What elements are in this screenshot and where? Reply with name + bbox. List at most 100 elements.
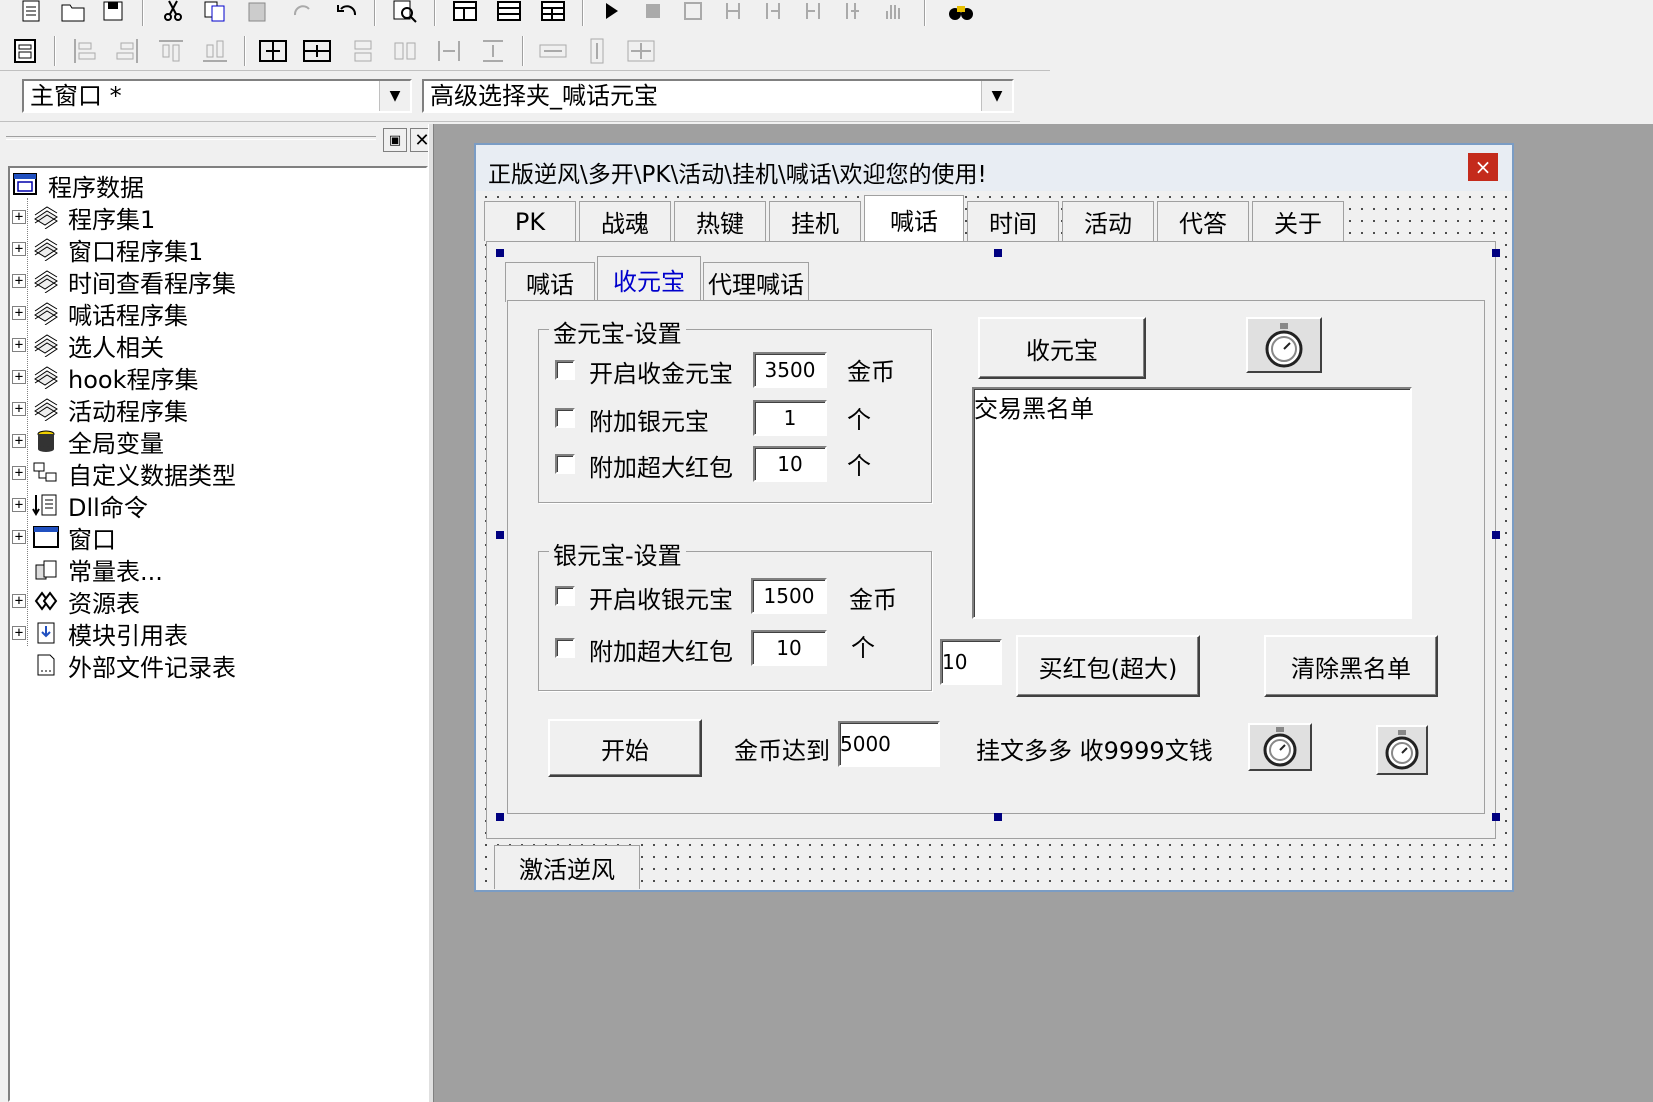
same-width-icon[interactable] xyxy=(346,34,380,68)
project-tree[interactable]: 程序数据 + 程序集1 + 窗口程序集1 + 时间查看程序集 + 喊话程序集 + 选人相关 + hoo… xyxy=(8,166,428,1102)
selection-handle[interactable] xyxy=(994,249,1002,257)
expand-icon[interactable]: + xyxy=(12,530,26,544)
debug4-icon[interactable] xyxy=(796,0,830,28)
tab-main[interactable]: 时间 xyxy=(967,201,1059,241)
timer-icon[interactable] xyxy=(1246,317,1322,373)
tree-item[interactable]: + 程序集1 xyxy=(12,202,155,234)
undo-icon[interactable] xyxy=(330,0,364,28)
selection-handle[interactable] xyxy=(1492,531,1500,539)
component-combo[interactable]: 高级选择夹_喊话元宝 ▼ xyxy=(422,79,1014,113)
cut-icon[interactable] xyxy=(156,0,190,28)
selection-handle[interactable] xyxy=(1492,813,1500,821)
tree-item[interactable]: + 喊话程序集 xyxy=(12,298,188,330)
gold-amount-input[interactable]: 3500 xyxy=(753,352,827,388)
expand-icon[interactable]: + xyxy=(12,210,26,224)
expand-icon[interactable]: + xyxy=(12,466,26,480)
redpack-count-input[interactable]: 10 xyxy=(940,639,1002,685)
size-v-icon[interactable] xyxy=(580,34,614,68)
tree-item[interactable]: +外部文件记录表 xyxy=(12,650,236,682)
space-v-icon[interactable] xyxy=(476,34,510,68)
tree-item[interactable]: + Dll命令 xyxy=(12,490,148,522)
space-h-icon[interactable] xyxy=(432,34,466,68)
tab-main[interactable]: 挂机 xyxy=(769,201,861,241)
stop-icon[interactable] xyxy=(636,0,670,28)
tree-item[interactable]: + 选人相关 xyxy=(12,330,164,362)
tree-item[interactable]: + 模块引用表 xyxy=(12,618,188,650)
selection-handle[interactable] xyxy=(496,813,504,821)
form-icon[interactable] xyxy=(8,34,42,68)
chevron-down-icon[interactable]: ▼ xyxy=(379,81,410,111)
run-icon[interactable] xyxy=(594,0,628,28)
add-redpack-checkbox[interactable] xyxy=(555,454,575,474)
find-icon[interactable] xyxy=(388,0,422,28)
tree-item[interactable]: +常量表... xyxy=(12,554,163,586)
tree-item[interactable]: + 自定义数据类型 xyxy=(12,458,236,490)
chevron-down-icon[interactable]: ▼ xyxy=(981,81,1012,111)
align-top-icon[interactable] xyxy=(154,34,188,68)
debug3-icon[interactable] xyxy=(756,0,790,28)
tree-item[interactable]: + hook程序集 xyxy=(12,362,198,394)
size-both-icon[interactable] xyxy=(624,34,658,68)
form-titlebar[interactable]: 正版逆风\多开\PK\活动\挂机\喊话\欢迎您的使用! × xyxy=(476,145,1512,191)
debug2-icon[interactable] xyxy=(716,0,750,28)
tab-sub[interactable]: 喊话 xyxy=(505,262,595,302)
start-button[interactable]: 开始 xyxy=(548,719,702,777)
selection-handle[interactable] xyxy=(496,249,504,257)
debug1-icon[interactable] xyxy=(676,0,710,28)
collect-yuanbao-button[interactable]: 收元宝 xyxy=(978,317,1146,379)
tab-main[interactable]: PK xyxy=(484,201,576,241)
add-silver-checkbox[interactable] xyxy=(555,408,575,428)
expand-icon[interactable]: + xyxy=(12,594,26,608)
tab-main[interactable]: 热键 xyxy=(674,201,766,241)
form-close-button[interactable]: × xyxy=(1468,153,1498,181)
buy-redpack-button[interactable]: 买红包(超大) xyxy=(1016,635,1200,697)
new-file-icon[interactable] xyxy=(14,0,48,28)
expand-icon[interactable]: + xyxy=(12,338,26,352)
expand-icon[interactable]: + xyxy=(12,274,26,288)
activate-tab[interactable]: 激活逆风 xyxy=(494,845,640,889)
timer-icon[interactable] xyxy=(1248,723,1312,771)
tree-root[interactable]: 程序数据 xyxy=(12,170,144,202)
copy-icon[interactable] xyxy=(198,0,232,28)
tab-main[interactable]: 战魂 xyxy=(579,201,671,241)
center-h-icon[interactable] xyxy=(256,34,290,68)
enable-silver-checkbox[interactable] xyxy=(555,586,575,606)
paste-icon[interactable] xyxy=(242,0,276,28)
panel-grip[interactable] xyxy=(6,136,376,140)
tab-main[interactable]: 活动 xyxy=(1062,201,1154,241)
selection-handle[interactable] xyxy=(994,813,1002,821)
expand-icon[interactable]: + xyxy=(12,498,26,512)
binoculars-icon[interactable] xyxy=(944,0,978,28)
tab-main[interactable]: 代答 xyxy=(1157,201,1249,241)
tab-main[interactable]: 关于 xyxy=(1252,201,1344,241)
blacklist-textarea[interactable]: 交易黑名单 xyxy=(972,387,1412,619)
align-left-icon[interactable] xyxy=(68,34,102,68)
tree-item[interactable]: + 活动程序集 xyxy=(12,394,188,426)
debug5-icon[interactable] xyxy=(836,0,870,28)
add-redpack-input[interactable]: 10 xyxy=(753,446,827,482)
selection-handle[interactable] xyxy=(1492,249,1500,257)
center-v-icon[interactable] xyxy=(300,34,334,68)
redo-icon[interactable] xyxy=(286,0,320,28)
silver-amount-input[interactable]: 1500 xyxy=(751,578,827,614)
hand-icon[interactable] xyxy=(876,0,910,28)
same-height-icon[interactable] xyxy=(388,34,422,68)
tab-main[interactable]: 喊话 xyxy=(864,195,964,243)
save-icon[interactable] xyxy=(96,0,130,28)
expand-icon[interactable]: + xyxy=(12,402,26,416)
silver-redpack-input[interactable]: 10 xyxy=(751,630,827,666)
tab-sub[interactable]: 收元宝 xyxy=(597,256,701,302)
gold-reach-input[interactable]: 5000 xyxy=(838,721,940,767)
expand-icon[interactable]: + xyxy=(12,434,26,448)
panel-restore-icon[interactable]: ▣ xyxy=(383,128,407,152)
align-right-icon[interactable] xyxy=(110,34,144,68)
tree-item[interactable]: + 全局变量 xyxy=(12,426,164,458)
designed-form[interactable]: 正版逆风\多开\PK\活动\挂机\喊话\欢迎您的使用! × PK 战魂 热键 挂机 喊话… xyxy=(474,143,1514,892)
layout1-icon[interactable] xyxy=(448,0,482,28)
layout3-icon[interactable] xyxy=(536,0,570,28)
tree-item[interactable]: + 资源表 xyxy=(12,586,140,618)
clear-blacklist-button[interactable]: 清除黑名单 xyxy=(1264,635,1438,697)
tree-item[interactable]: + 时间查看程序集 xyxy=(12,266,236,298)
tree-item[interactable]: + 窗口程序集1 xyxy=(12,234,203,266)
tab-sub[interactable]: 代理喊话 xyxy=(703,262,809,302)
